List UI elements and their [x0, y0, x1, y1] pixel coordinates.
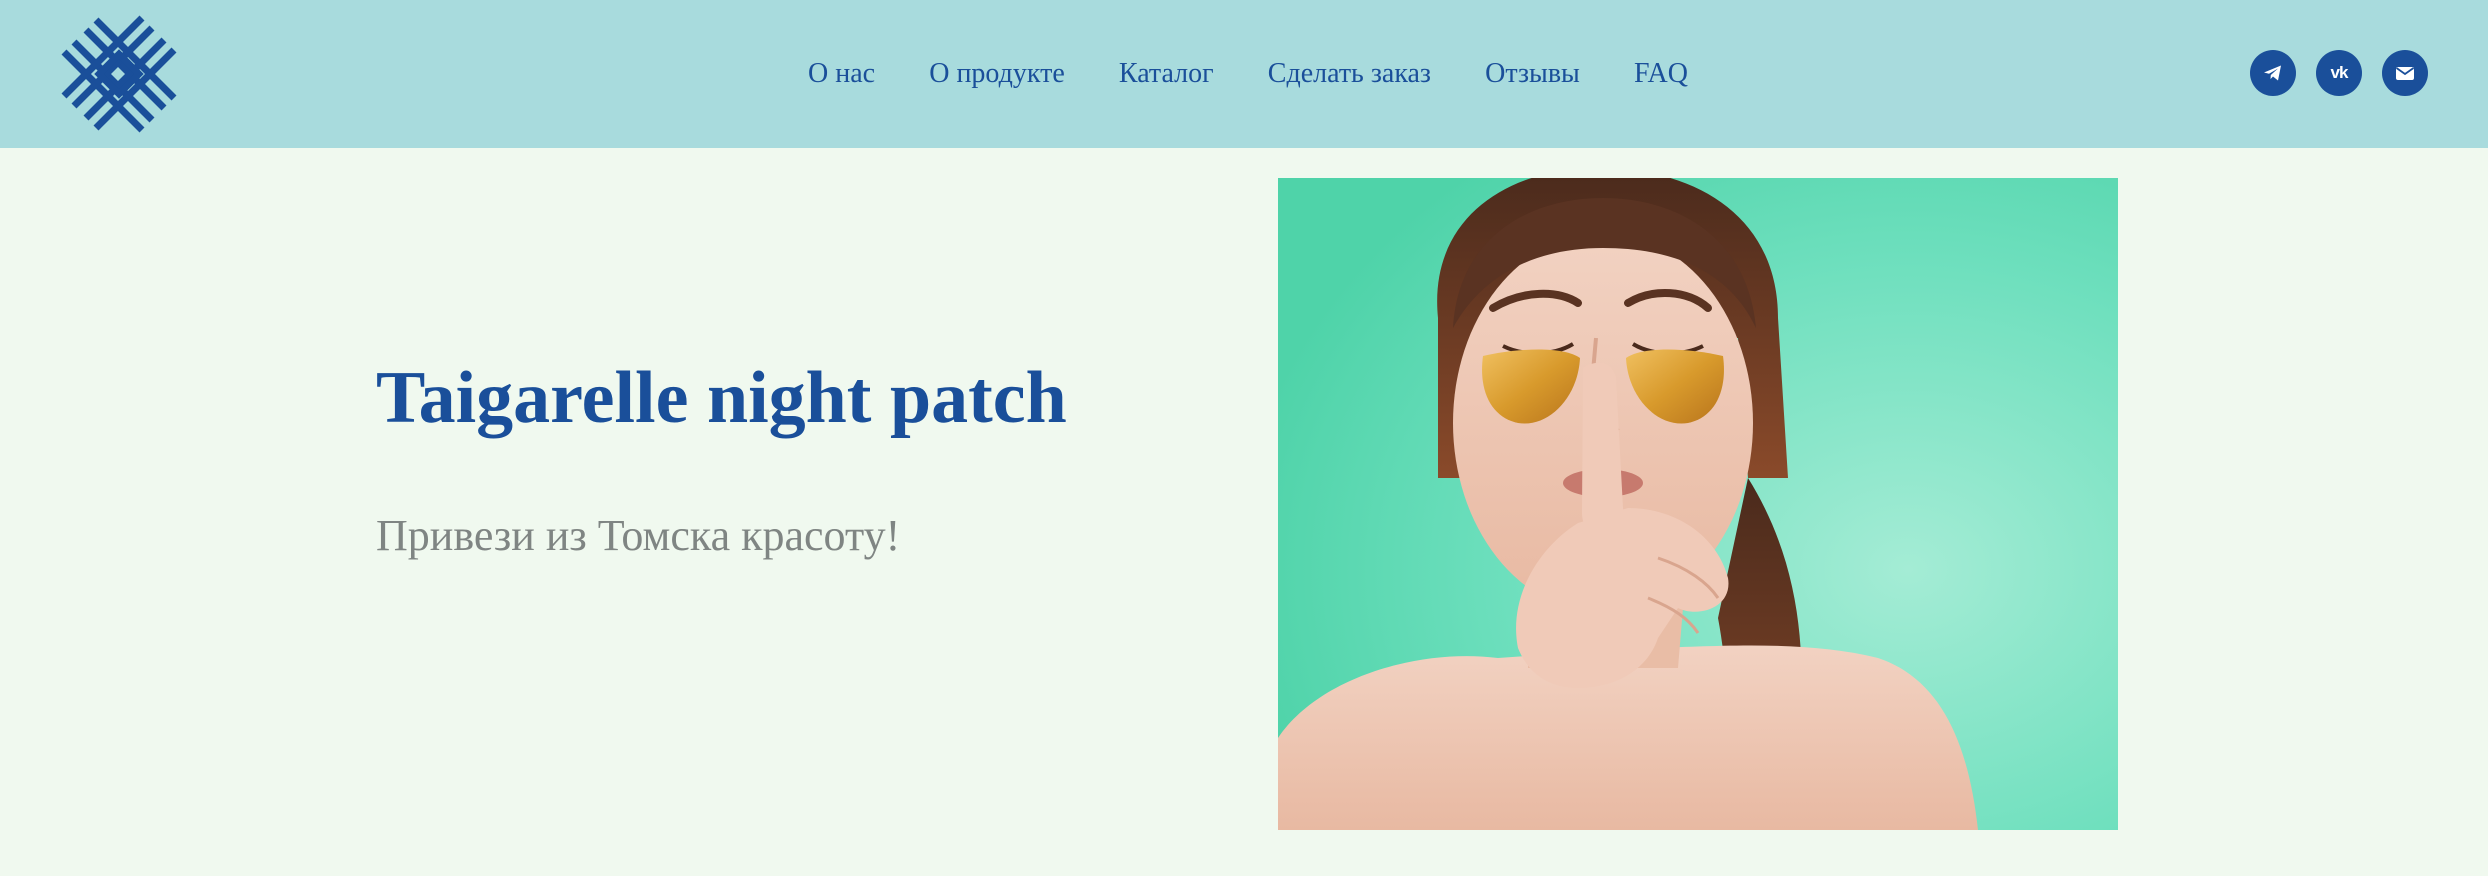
- nav-product[interactable]: О продукте: [929, 58, 1065, 90]
- nav-order[interactable]: Сделать заказ: [1268, 58, 1431, 90]
- site-header: О нас О продукте Каталог Сделать заказ О…: [0, 0, 2488, 148]
- nav-reviews[interactable]: Отзывы: [1485, 58, 1580, 90]
- woman-with-eye-patches-image: [1278, 178, 2118, 830]
- nav-about[interactable]: О нас: [808, 58, 875, 90]
- telegram-icon[interactable]: [2250, 50, 2296, 96]
- nav-catalog[interactable]: Каталог: [1119, 58, 1214, 90]
- social-links: vk: [2250, 50, 2428, 96]
- main-nav: О нас О продукте Каталог Сделать заказ О…: [808, 0, 1688, 148]
- vk-icon[interactable]: vk: [2316, 50, 2362, 96]
- hero-title: Taigarelle night patch: [376, 357, 1067, 439]
- hero-subtitle: Привези из Томска красоту!: [376, 511, 901, 560]
- mail-icon[interactable]: [2382, 50, 2428, 96]
- nav-faq[interactable]: FAQ: [1634, 58, 1688, 90]
- ornament-logo-icon[interactable]: [58, 14, 180, 134]
